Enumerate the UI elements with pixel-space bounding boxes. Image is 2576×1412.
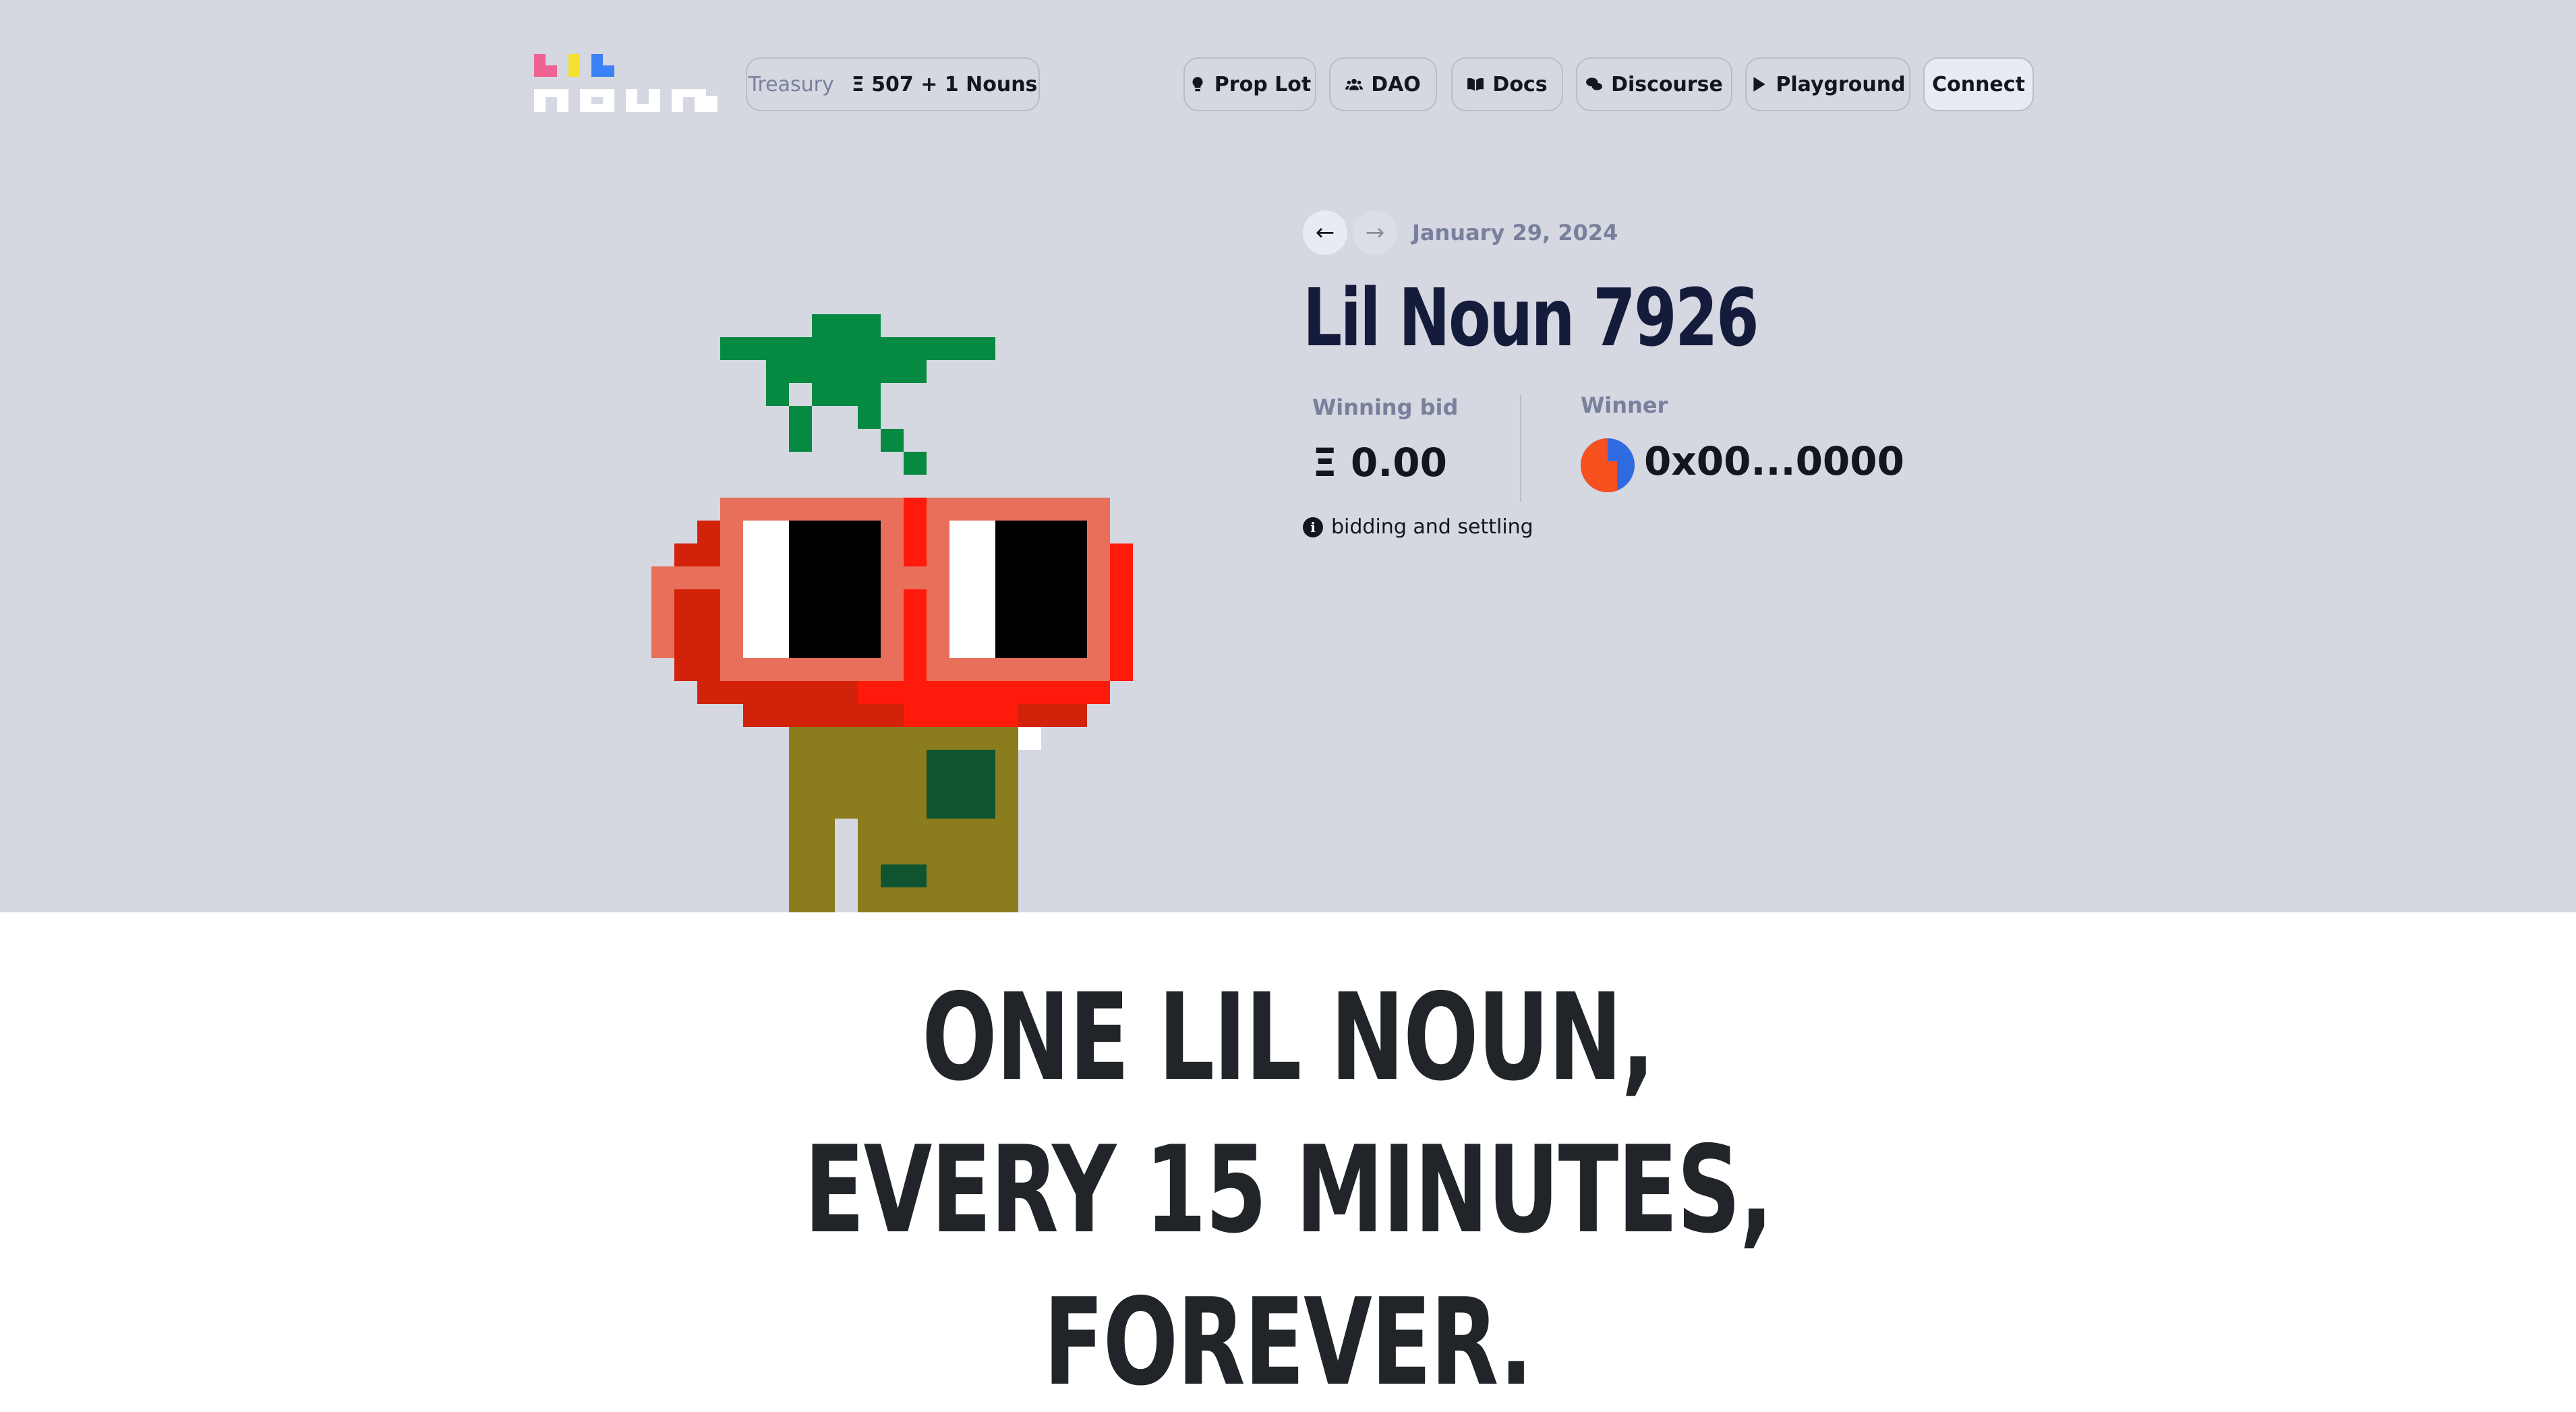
nav-playground-button[interactable]: Playground [1745, 57, 1910, 111]
nav-docs-button[interactable]: Docs [1451, 57, 1563, 111]
treasury-label: Treasury [748, 72, 834, 96]
users-icon [1345, 78, 1364, 90]
banner: ONE LIL NOUN, EVERY 15 MINUTES, FOREVER. [0, 912, 2576, 1412]
nav-prop-lot-button[interactable]: Prop Lot [1183, 57, 1316, 111]
noun-title: Lil Noun 7926 [1303, 271, 1759, 364]
banner-line-1: ONE LIL NOUN, [922, 968, 1655, 1107]
treasury-value: Ξ 507 + 1 Nouns [851, 72, 1038, 96]
winning-bid-label: Winning bid [1312, 394, 1459, 420]
lightbulb-icon [1192, 77, 1203, 92]
bidding-info-text: bidding and settling [1331, 515, 1533, 539]
arrow-left-icon: ← [1315, 219, 1335, 246]
nav-playground-label: Playground [1776, 72, 1906, 96]
winner-avatar [1581, 438, 1635, 492]
previous-noun-button[interactable]: ← [1303, 210, 1347, 255]
banner-line-2: EVERY 15 MINUTES, [804, 1120, 1773, 1260]
treasury-pill[interactable]: Treasury Ξ 507 + 1 Nouns [746, 57, 1040, 111]
lil-nouns-logo[interactable] [534, 54, 718, 112]
noun-image [651, 314, 1133, 912]
connect-label: Connect [1932, 72, 2025, 96]
nav-discourse-button[interactable]: Discourse [1576, 57, 1732, 111]
info-icon: i [1303, 517, 1323, 537]
nav-dao-label: DAO [1371, 72, 1421, 96]
nav-docs-label: Docs [1492, 72, 1548, 96]
play-icon [1753, 77, 1766, 92]
nav-dao-button[interactable]: DAO [1329, 57, 1437, 111]
winning-bid-value: Ξ 0.00 [1312, 440, 1447, 486]
nav-prop-lot-label: Prop Lot [1214, 72, 1312, 96]
bidding-info[interactable]: i bidding and settling [1303, 515, 1533, 539]
winner-label: Winner [1581, 392, 1668, 418]
auction-hero: Treasury Ξ 507 + 1 Nouns Prop Lot DAO Do… [0, 0, 2576, 912]
winner-address[interactable]: 0x00...0000 [1644, 438, 1904, 484]
arrow-right-icon: → [1365, 219, 1385, 246]
connect-button[interactable]: Connect [1923, 57, 2034, 111]
banner-line-3: FOREVER. [1043, 1272, 1533, 1412]
divider [1520, 395, 1521, 502]
next-noun-button[interactable]: → [1353, 210, 1397, 255]
book-icon [1467, 78, 1484, 91]
nav-discourse-label: Discourse [1611, 72, 1723, 96]
auction-date: January 29, 2024 [1412, 220, 1618, 245]
comments-icon [1586, 78, 1603, 90]
